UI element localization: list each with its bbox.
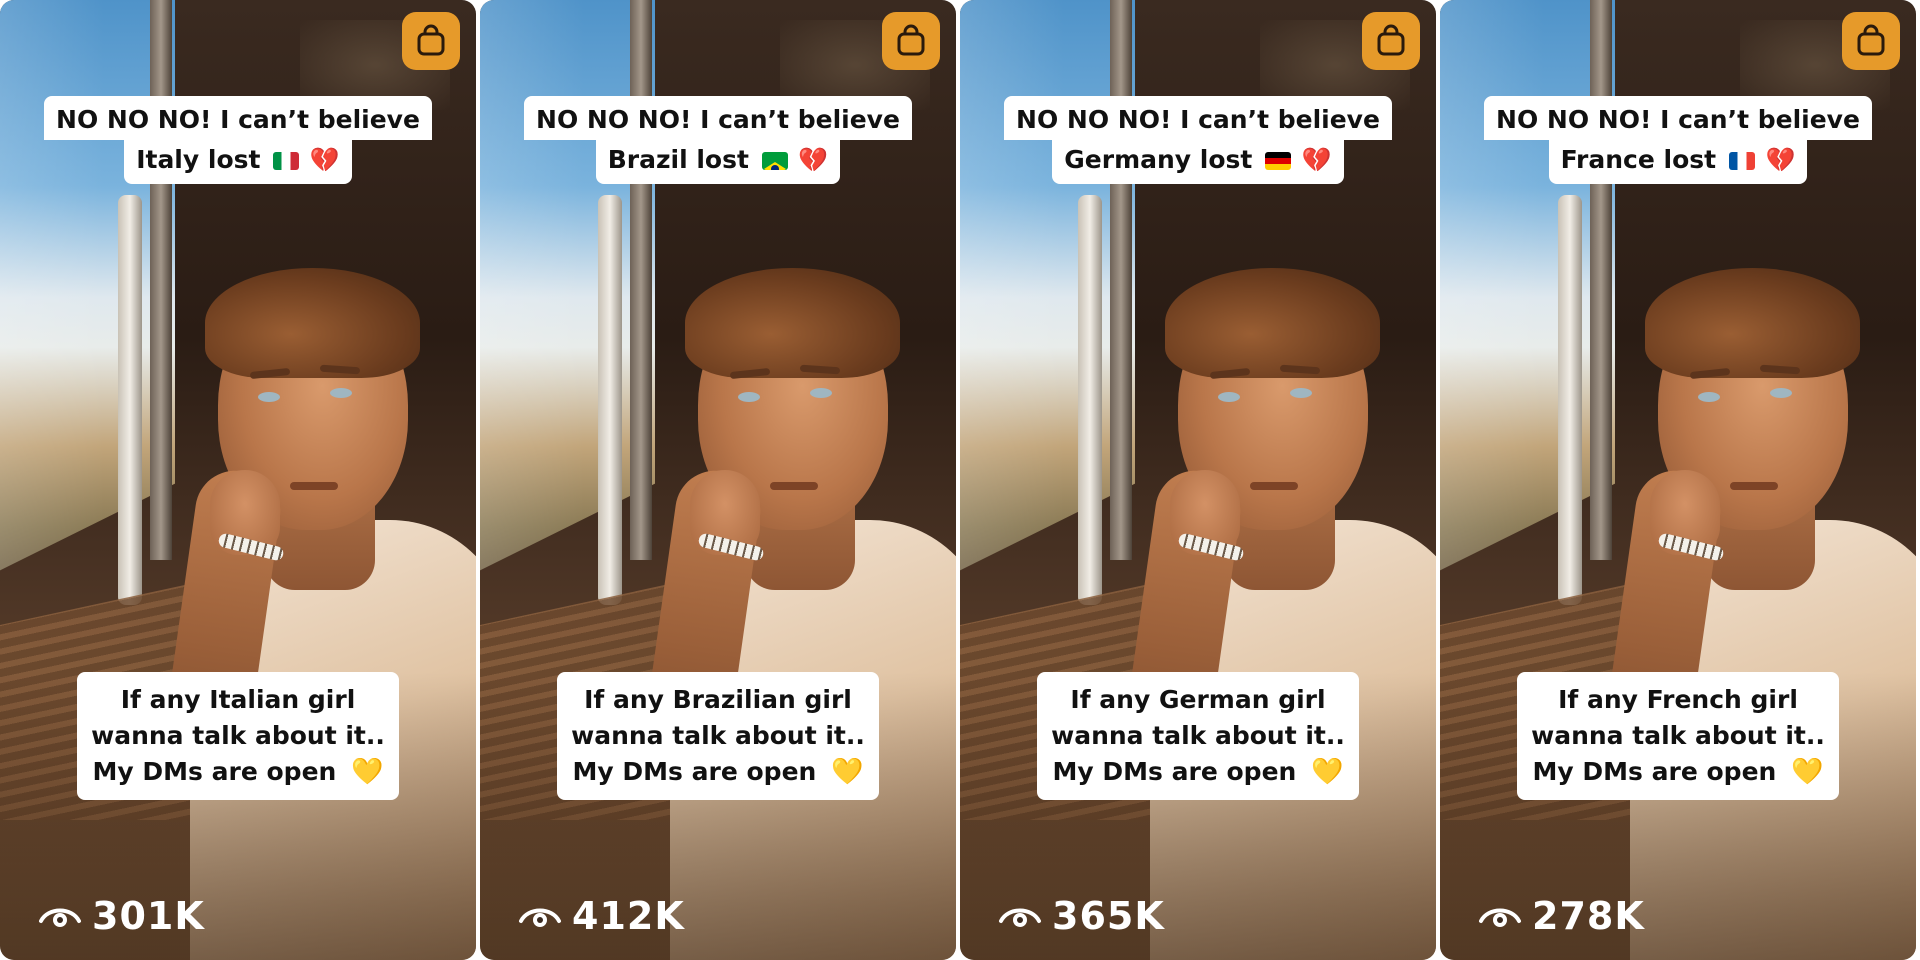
top-caption: NO NO NO! I can’t believe Germany lost 💔 <box>960 96 1436 184</box>
bottom-caption-line3-text: My DMs are open <box>92 757 337 786</box>
view-count: 365K <box>998 894 1165 938</box>
bottom-caption-line3: My DMs are open 💛 <box>572 754 864 790</box>
bottom-caption-line2: wanna talk about it.. <box>91 718 385 754</box>
view-count-value: 412K <box>572 894 685 938</box>
yellow-heart-icon: 💛 <box>1791 757 1824 787</box>
view-count-value: 365K <box>1052 894 1165 938</box>
broken-heart-icon: 💔 <box>1301 146 1332 174</box>
flag-icon <box>761 152 788 170</box>
top-caption-line1: NO NO NO! I can’t believe <box>524 96 912 140</box>
top-caption-country: Germany lost <box>1064 145 1253 174</box>
top-caption-line2: Germany lost 💔 <box>1052 140 1344 184</box>
top-caption: NO NO NO! I can’t believe Brazil lost 💔 <box>480 96 956 184</box>
shopping-bag-icon[interactable] <box>1362 12 1420 70</box>
eye-icon <box>519 908 561 927</box>
broken-heart-icon: 💔 <box>1765 146 1796 174</box>
bottom-caption-line3: My DMs are open 💛 <box>92 754 384 790</box>
top-caption: NO NO NO! I can’t believe France lost 💔 <box>1440 96 1916 184</box>
top-caption-line2: Italy lost 💔 <box>124 140 352 184</box>
eye-icon <box>999 908 1041 927</box>
broken-heart-icon: 💔 <box>798 146 829 174</box>
flag-icon <box>273 152 300 170</box>
bottom-caption: If any Italian girl wanna talk about it.… <box>0 672 476 800</box>
bottom-caption-line2: wanna talk about it.. <box>571 718 865 754</box>
bottom-caption-line3: My DMs are open 💛 <box>1052 754 1344 790</box>
bottom-caption-block: If any French girl wanna talk about it..… <box>1517 672 1839 800</box>
flag-icon <box>1265 152 1292 170</box>
eye-icon <box>1479 908 1521 927</box>
top-caption-country: Brazil lost <box>607 145 749 174</box>
top-caption-line1: NO NO NO! I can’t believe <box>1004 96 1392 140</box>
reels-strip: NO NO NO! I can’t believe Italy lost 💔 I… <box>0 0 1920 960</box>
bottom-caption-block: If any Italian girl wanna talk about it.… <box>77 672 399 800</box>
bottom-caption-line1: If any German girl <box>1070 682 1326 718</box>
top-caption-line2: Brazil lost 💔 <box>595 140 841 184</box>
bottom-caption: If any French girl wanna talk about it..… <box>1440 672 1916 800</box>
top-caption-line1: NO NO NO! I can’t believe <box>44 96 432 140</box>
view-count-value: 278K <box>1532 894 1645 938</box>
view-count: 301K <box>38 894 205 938</box>
view-count: 278K <box>1478 894 1645 938</box>
reel-panel-1[interactable]: NO NO NO! I can’t believe Italy lost 💔 I… <box>0 0 476 960</box>
top-caption-country: France lost <box>1560 145 1717 174</box>
yellow-heart-icon: 💛 <box>351 757 384 787</box>
bottom-caption: If any German girl wanna talk about it..… <box>960 672 1436 800</box>
shopping-bag-icon[interactable] <box>882 12 940 70</box>
top-caption-country: Italy lost <box>136 145 261 174</box>
bottom-caption-block: If any Brazilian girl wanna talk about i… <box>557 672 879 800</box>
reel-panel-3[interactable]: NO NO NO! I can’t believe Germany lost 💔… <box>960 0 1436 960</box>
flag-icon <box>1728 152 1755 170</box>
bottom-caption-line1: If any French girl <box>1558 682 1798 718</box>
top-caption-line2: France lost 💔 <box>1548 140 1808 184</box>
bottom-caption-line2: wanna talk about it.. <box>1051 718 1345 754</box>
view-count: 412K <box>518 894 685 938</box>
bottom-caption: If any Brazilian girl wanna talk about i… <box>480 672 956 800</box>
top-caption-line1: NO NO NO! I can’t believe <box>1484 96 1872 140</box>
reel-panel-4[interactable]: NO NO NO! I can’t believe France lost 💔 … <box>1440 0 1916 960</box>
bottom-caption-block: If any German girl wanna talk about it..… <box>1037 672 1359 800</box>
view-count-value: 301K <box>92 894 205 938</box>
reel-panel-2[interactable]: NO NO NO! I can’t believe Brazil lost 💔 … <box>480 0 956 960</box>
bottom-caption-line1: If any Brazilian girl <box>584 682 852 718</box>
bottom-caption-line3-text: My DMs are open <box>572 757 817 786</box>
bottom-caption-line3-text: My DMs are open <box>1532 757 1777 786</box>
bottom-caption-line3: My DMs are open 💛 <box>1532 754 1824 790</box>
bottom-caption-line2: wanna talk about it.. <box>1531 718 1825 754</box>
shopping-bag-icon[interactable] <box>402 12 460 70</box>
yellow-heart-icon: 💛 <box>831 757 864 787</box>
bottom-caption-line1: If any Italian girl <box>120 682 356 718</box>
yellow-heart-icon: 💛 <box>1311 757 1344 787</box>
bottom-caption-line3-text: My DMs are open <box>1052 757 1297 786</box>
broken-heart-icon: 💔 <box>309 146 340 174</box>
top-caption: NO NO NO! I can’t believe Italy lost 💔 <box>0 96 476 184</box>
shopping-bag-icon[interactable] <box>1842 12 1900 70</box>
eye-icon <box>39 908 81 927</box>
